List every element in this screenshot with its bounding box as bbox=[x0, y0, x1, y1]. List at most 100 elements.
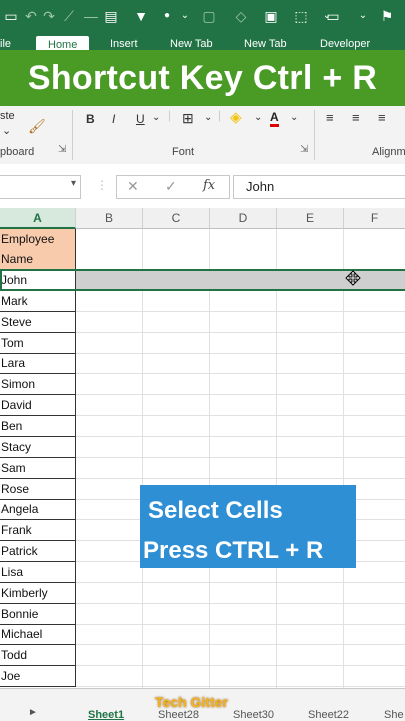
tab-insert[interactable]: Insert bbox=[110, 38, 138, 50]
dot-icon[interactable]: ● bbox=[158, 7, 176, 25]
move-cursor-icon bbox=[345, 270, 361, 286]
insert-function-icon[interactable]: fx bbox=[203, 178, 215, 193]
frame-icon[interactable]: ▢ bbox=[200, 7, 218, 25]
employee-cell[interactable]: Lisa bbox=[0, 562, 76, 583]
enter-icon[interactable]: ✓ bbox=[165, 178, 177, 195]
employee-cell[interactable]: Joe bbox=[0, 666, 76, 687]
flag-icon[interactable]: ⚑ bbox=[378, 7, 396, 25]
callout-line-1: Select Cells bbox=[148, 497, 283, 524]
employee-cell[interactable]: Tom bbox=[0, 333, 76, 354]
alignment-group-label: Alignm bbox=[372, 146, 405, 158]
undo-icon[interactable]: ↶ bbox=[22, 7, 40, 25]
fill-chevron-icon[interactable]: ⌄ bbox=[254, 112, 262, 123]
instruction-callout: Select Cells Press CTRL + R bbox=[140, 485, 356, 568]
tab-developer[interactable]: Developer bbox=[320, 38, 370, 50]
formula-value: John bbox=[246, 179, 275, 194]
employee-cell[interactable]: Rose bbox=[0, 479, 76, 500]
employee-cell[interactable]: Lara bbox=[0, 353, 76, 374]
align-left-icon[interactable]: ≡ bbox=[326, 110, 334, 125]
watermark: Tech Gitter bbox=[155, 694, 228, 710]
tab-new-tab-2[interactable]: New Tab bbox=[244, 38, 287, 50]
paste-chevron-icon[interactable]: ⌄ bbox=[2, 124, 11, 137]
column-header-d[interactable]: D bbox=[210, 208, 277, 229]
banner-title: Shortcut Key Ctrl + R bbox=[27, 58, 378, 97]
chevron-icon[interactable]: ⌄ bbox=[176, 7, 194, 25]
more-icon[interactable]: ⌄ bbox=[354, 7, 372, 25]
employee-cell[interactable]: Frank bbox=[0, 520, 76, 541]
image-icon[interactable]: ▣ bbox=[262, 7, 280, 25]
form-icon[interactable]: ▤ bbox=[102, 7, 120, 25]
employee-cell[interactable]: Todd bbox=[0, 645, 76, 666]
grid-line bbox=[142, 229, 143, 688]
font-launcher-icon[interactable]: ⇲ bbox=[300, 144, 308, 155]
borders-chevron-icon[interactable]: ⌄ bbox=[204, 112, 212, 123]
tab-new-tab-1[interactable]: New Tab bbox=[170, 38, 213, 50]
employee-cell[interactable]: Steve bbox=[0, 312, 76, 333]
grid-line bbox=[343, 229, 344, 688]
align-right-icon[interactable]: ≡ bbox=[378, 110, 386, 125]
format-painter-icon[interactable]: 🖌 bbox=[28, 118, 46, 135]
column-header-e[interactable]: E bbox=[277, 208, 344, 229]
box-icon[interactable]: ⬚ bbox=[292, 7, 310, 25]
column-header-f[interactable]: F bbox=[344, 208, 405, 229]
employee-cell[interactable]: Angela bbox=[0, 499, 76, 520]
chart-icon[interactable]: ⟋ bbox=[60, 7, 78, 25]
bold-button[interactable]: B bbox=[86, 112, 95, 126]
font-color-chevron-icon[interactable]: ⌄ bbox=[290, 112, 298, 123]
sheet-tab-sheet1[interactable]: Sheet1 bbox=[88, 709, 124, 721]
cancel-icon[interactable]: ✕ bbox=[127, 178, 139, 195]
sheet-tab-sheet28[interactable]: Sheet28 bbox=[158, 709, 199, 721]
employee-cell[interactable]: David bbox=[0, 395, 76, 416]
grid-line bbox=[276, 229, 277, 688]
column-header-c[interactable]: C bbox=[143, 208, 210, 229]
dash-icon[interactable]: — bbox=[82, 7, 100, 25]
clipboard-group-label: pboard bbox=[0, 146, 35, 158]
sheet-tab-more[interactable]: She bbox=[384, 709, 404, 721]
divider-bar: | bbox=[168, 108, 172, 122]
employee-cell[interactable]: Stacy bbox=[0, 437, 76, 458]
underline-button[interactable]: U bbox=[136, 112, 145, 126]
scroll-sheets-icon[interactable]: ► bbox=[28, 707, 38, 718]
header-line-2: Name bbox=[1, 252, 34, 266]
filter-icon[interactable]: ▼ bbox=[132, 7, 150, 25]
clear-icon[interactable]: ◇ bbox=[232, 7, 250, 25]
sheet-tab-sheet22[interactable]: Sheet22 bbox=[308, 709, 349, 721]
formula-bar: ▾ ⋮ ✕ ✓ fx John bbox=[0, 164, 405, 209]
borders-icon[interactable]: ⊞ bbox=[182, 110, 194, 127]
font-color-button[interactable]: A bbox=[270, 110, 279, 127]
quick-access-toolbar: ▭ ↶ ↷ ⟋ — ▤ ▼ ● ⌄ ▢ ◇ ▣ ⬚ ⌄ ▭ ⌄ ⚑ bbox=[0, 0, 405, 34]
grid-line bbox=[209, 229, 210, 688]
selection-border-left bbox=[0, 269, 2, 291]
employee-cell[interactable]: Patrick bbox=[0, 541, 76, 562]
align-center-icon[interactable]: ≡ bbox=[352, 110, 360, 125]
fill-color-icon[interactable]: ◈ bbox=[230, 108, 242, 126]
italic-button[interactable]: I bbox=[112, 112, 115, 126]
save-icon[interactable]: ▭ bbox=[2, 7, 20, 25]
divider-3 bbox=[314, 110, 315, 160]
column-header-a[interactable]: A bbox=[0, 208, 76, 229]
employee-cell[interactable]: Bonnie bbox=[0, 604, 76, 625]
redo-icon[interactable]: ↷ bbox=[40, 7, 58, 25]
divider bbox=[72, 110, 73, 160]
underline-chevron-icon[interactable]: ⌄ bbox=[152, 112, 160, 123]
divider-bar-2: | bbox=[218, 108, 222, 122]
employee-cell[interactable]: Sam bbox=[0, 458, 76, 479]
employee-cell[interactable]: Kimberly bbox=[0, 583, 76, 604]
clipboard-launcher-icon[interactable]: ⇲ bbox=[58, 144, 66, 155]
callout-line-2: Press CTRL + R bbox=[143, 537, 324, 564]
name-box-chevron-icon[interactable]: ▾ bbox=[71, 178, 76, 189]
header-cell-employee-name[interactable]: Employee Name bbox=[0, 229, 76, 270]
worksheet-grid[interactable]: Employee Name John Mark Steve Tom Lara Simon D… bbox=[0, 229, 405, 688]
column-header-b[interactable]: B bbox=[76, 208, 143, 229]
header-line-1: Employee bbox=[1, 232, 55, 246]
name-box[interactable]: ▾ bbox=[0, 175, 81, 199]
tab-file[interactable]: ile bbox=[0, 38, 11, 50]
employee-cell[interactable]: Ben bbox=[0, 416, 76, 437]
sheet-tab-sheet30[interactable]: Sheet30 bbox=[233, 709, 274, 721]
employee-cell[interactable]: Simon bbox=[0, 374, 76, 395]
employee-cell[interactable]: Michael bbox=[0, 624, 76, 645]
formula-input[interactable]: John bbox=[233, 175, 405, 199]
employee-cell[interactable]: Mark bbox=[0, 291, 76, 312]
paste-button[interactable]: ste bbox=[0, 110, 15, 122]
comment-icon[interactable]: ▭ bbox=[324, 7, 342, 25]
